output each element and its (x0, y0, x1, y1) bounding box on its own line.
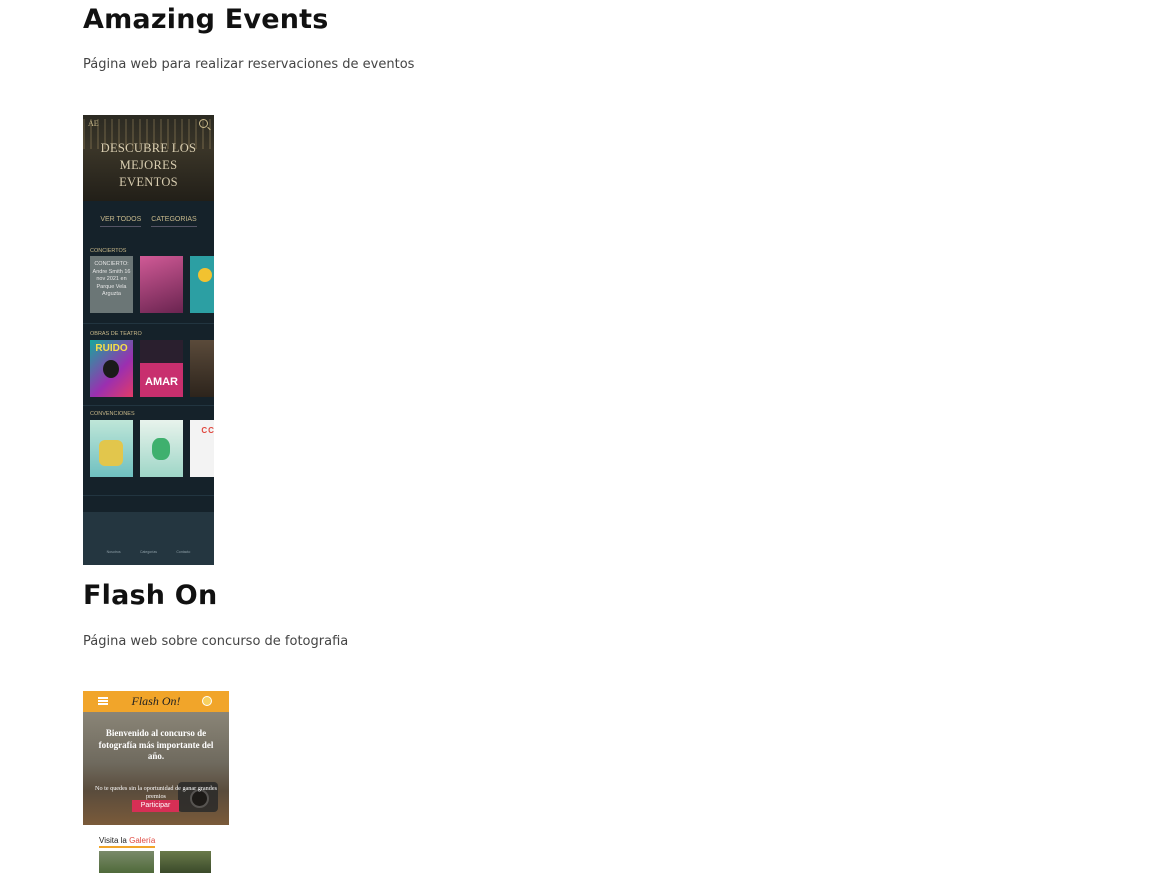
hero-subtext: No te quedes sin la oportunidad de ganar… (95, 785, 217, 800)
divider (83, 495, 214, 496)
section-label: CONVENCIONES (90, 411, 135, 417)
ae-logo: AE (88, 119, 99, 128)
participar-button[interactable]: Participar (132, 800, 179, 812)
footer-links: Nosotros Categorías Contacto (83, 550, 214, 554)
poster: CONCIERTO: Andre Smith 16 nov 2021 en Pa… (90, 256, 133, 313)
nav-categorias: CATEGORIAS (151, 216, 197, 227)
poster-text: RUIDO (95, 343, 128, 354)
flash-on-screenshot[interactable]: Flash On! Bienvenido al concurso de foto… (83, 691, 229, 873)
project-description-wrapper: Página web para realizar reservaciones d… (83, 58, 414, 71)
project-description: Página web para realizar reservaciones d… (83, 57, 415, 72)
poster (190, 256, 214, 313)
poster-text: CCC (201, 426, 214, 435)
nav-ver-todos: VER TODOS (100, 216, 142, 227)
hero-headline: Bienvenido al concurso de fotografía más… (98, 728, 214, 761)
project-title: Amazing Events (83, 4, 329, 35)
poster: CCC (190, 420, 214, 477)
poster-text: AMAR (145, 376, 178, 388)
user-icon (202, 696, 212, 706)
headline-line: EVENTOS (119, 175, 178, 189)
visit-prefix: Visita la (99, 836, 130, 845)
mockup-footer: Nosotros Categorías Contacto (83, 512, 214, 565)
footer-link: Categorías (139, 550, 158, 554)
project-flash-on: Flash On (83, 582, 217, 609)
section-label: OBRAS DE TEATRO (90, 331, 142, 337)
poster (190, 340, 214, 397)
poster: RUIDO (90, 340, 133, 397)
poster-row: CCC (90, 420, 214, 477)
gallery-thumbnail (99, 851, 154, 873)
amazing-events-screenshot[interactable]: AE DESCUBRE LOS MEJORES EVENTOS VER TODO… (83, 115, 214, 565)
mockup-header-bar: Flash On! (83, 691, 229, 712)
footer-link: Nosotros (106, 550, 121, 554)
project-description: Página web sobre concurso de fotografia (83, 634, 349, 649)
gallery-thumbnail (160, 851, 211, 873)
poster-text: CONCIERTO: Andre Smith 16 nov 2021 en Pa… (92, 261, 131, 297)
section-label: CONCIERTOS (90, 248, 127, 254)
project-title: Flash On (83, 580, 218, 611)
poster (140, 256, 183, 313)
mockup-nav: VER TODOS CATEGORIAS (83, 216, 214, 227)
headline-line: MEJORES (119, 158, 178, 172)
divider (83, 405, 214, 406)
project-description-wrapper: Página web sobre concurso de fotografia (83, 635, 348, 648)
poster: AMAR (140, 340, 183, 397)
hero-headline: DESCUBRE LOS MEJORES EVENTOS (83, 140, 214, 191)
poster-row: CONCIERTO: Andre Smith 16 nov 2021 en Pa… (90, 256, 214, 313)
headline-line: DESCUBRE LOS (100, 141, 197, 155)
poster (140, 420, 183, 477)
poster-row: RUIDO AMAR (90, 340, 214, 397)
divider (83, 323, 214, 324)
gallery-link[interactable]: Galería (129, 836, 155, 845)
project-amazing-events: Amazing Events (83, 6, 329, 33)
gallery-link-row: Visita la Galería (99, 836, 156, 848)
hero-banner: AE DESCUBRE LOS MEJORES EVENTOS (83, 115, 214, 201)
search-icon (199, 119, 208, 128)
footer-link: Contacto (176, 550, 191, 554)
poster (90, 420, 133, 477)
